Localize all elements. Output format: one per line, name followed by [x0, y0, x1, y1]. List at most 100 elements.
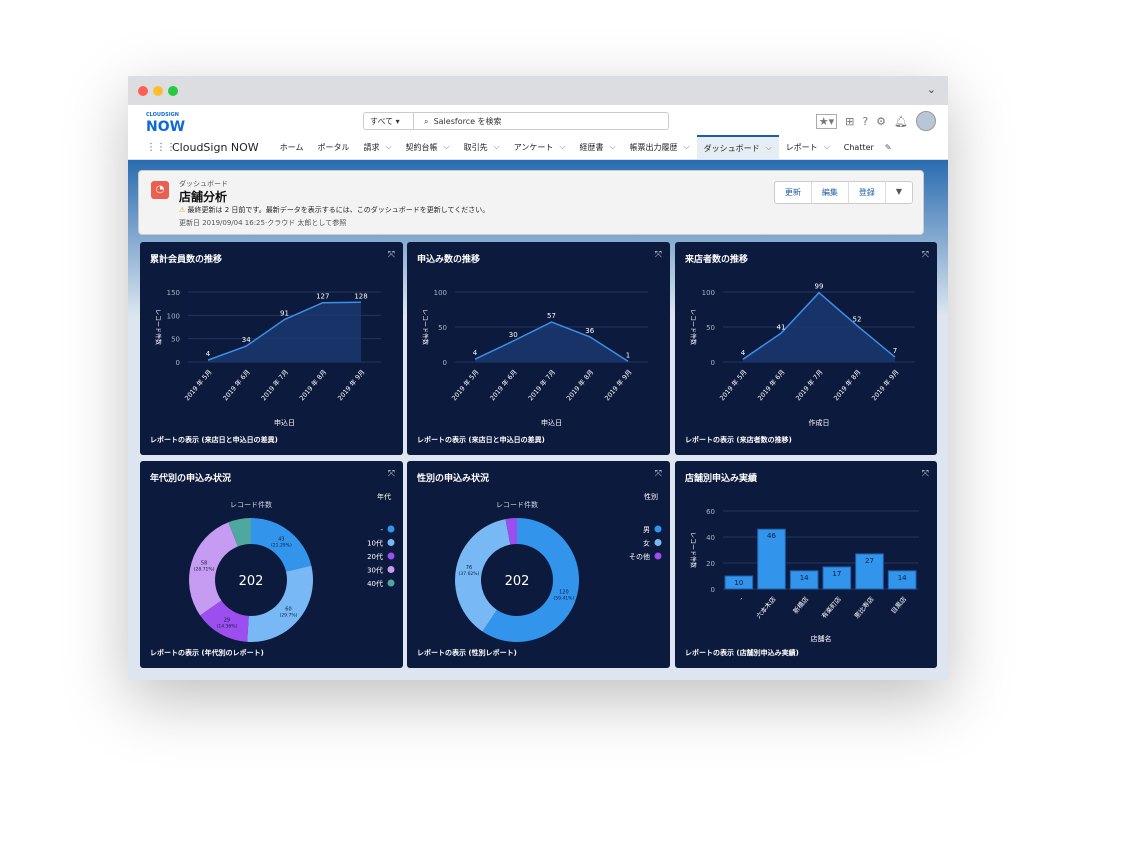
warning-message: ⚠ 最終更新は 2 日前です。最新データを表示するには、このダッシュボードを更新… — [179, 206, 490, 214]
refresh-button[interactable]: 更新 — [775, 182, 812, 203]
y-tick-label: 150 — [167, 289, 180, 297]
nav-item[interactable]: 経歴書 ⌵ — [572, 135, 622, 159]
close-window-button[interactable] — [138, 86, 148, 96]
data-label: 99 — [815, 283, 824, 291]
x-tick-label: 2019 年 8月 — [564, 368, 595, 403]
y-tick-label: 0 — [176, 359, 180, 367]
y-tick-label: 100 — [434, 289, 447, 297]
data-label: 128 — [354, 292, 367, 300]
data-label: 29 — [224, 618, 230, 624]
search-scope-select[interactable]: すべて ▾ — [364, 113, 414, 129]
legend-swatch — [387, 552, 395, 560]
legend-swatch — [654, 525, 662, 533]
expand-icon[interactable]: ⤧ — [388, 469, 395, 479]
data-label: 14 — [800, 574, 809, 582]
chevron-down-icon[interactable]: ⌵ — [766, 143, 772, 153]
nav-item[interactable]: ポータル — [310, 135, 356, 159]
data-label-percent: (37.62%) — [459, 571, 480, 577]
data-label-percent: (14.36%) — [217, 624, 238, 630]
app-launcher-icon[interactable]: ⋮⋮⋮ — [146, 142, 176, 153]
legend-label: 女 — [643, 539, 650, 548]
y-tick-label: 0 — [443, 359, 447, 367]
gear-icon[interactable]: ⚙ — [876, 115, 886, 128]
legend-swatch — [387, 525, 395, 533]
nav-item[interactable]: レポート ⌵ — [779, 135, 837, 159]
chevron-down-icon[interactable]: ⌵ — [444, 142, 450, 152]
chevron-down-icon[interactable]: ⌵ — [609, 142, 615, 152]
expand-icon[interactable]: ⤧ — [922, 469, 929, 479]
logo[interactable]: CLOUDSIGN NOW — [146, 113, 185, 135]
view-report-link[interactable]: レポートの表示 (年代別のレポート) — [150, 648, 264, 658]
component-title: 累計会員数の推移 — [150, 255, 223, 265]
x-tick-label: 2019 年 7月 — [259, 368, 290, 403]
data-label: 120 — [559, 589, 569, 595]
chevron-down-icon[interactable]: ⌵ — [559, 142, 565, 152]
x-tick-label: 2019 年 8月 — [831, 368, 862, 403]
data-label: 1 — [626, 351, 630, 359]
expand-icon[interactable]: ⤧ — [655, 250, 662, 260]
expand-icon[interactable]: ⤧ — [655, 469, 662, 479]
component-title: 申込み数の推移 — [417, 255, 481, 265]
view-report-link[interactable]: レポートの表示 (性別レポート) — [417, 648, 517, 658]
nav-item[interactable]: Chatter — [837, 135, 881, 159]
expand-icon[interactable]: ⤧ — [922, 250, 929, 260]
data-label: 46 — [767, 532, 776, 540]
legend-swatch — [654, 552, 662, 560]
data-label: 14 — [898, 574, 907, 582]
add-icon[interactable]: ⊞ — [845, 115, 854, 128]
x-tick-label: - — [737, 595, 745, 602]
x-tick-label: 2019 年 6月 — [488, 368, 519, 403]
edit-nav-icon[interactable]: ✎ — [885, 143, 892, 152]
search-icon: ⌕ — [424, 116, 429, 126]
subscribe-button[interactable]: 登録 — [849, 182, 886, 203]
nav-item[interactable]: 帳票出力履歴 ⌵ — [623, 135, 697, 159]
nav-item[interactable]: ダッシュボード ⌵ — [696, 135, 779, 159]
global-search[interactable]: すべて ▾ ⌕ Salesforce を検索 — [363, 112, 669, 130]
expand-icon[interactable]: ⤧ — [388, 250, 395, 260]
data-label: 60 — [285, 607, 291, 613]
refresh-meta: 更新日 2019/09/04 16:25·クラウド 太郎として参照 — [179, 219, 347, 227]
browser-window: ⌄ CLOUDSIGN NOW すべて ▾ ⌕ Salesforce を検索 ★▾… — [128, 76, 948, 680]
data-label: 30 — [509, 331, 518, 339]
x-tick-label: 2019 年 7月 — [526, 368, 557, 403]
nav-item[interactable]: 請求 ⌵ — [356, 135, 398, 159]
x-tick-label: 有楽町店 — [819, 594, 843, 620]
chevron-down-icon[interactable]: ⌵ — [385, 142, 391, 152]
edit-button[interactable]: 編集 — [812, 182, 849, 203]
help-icon[interactable]: ? — [862, 115, 868, 128]
data-label: 76 — [466, 565, 472, 571]
avatar[interactable] — [916, 111, 936, 131]
view-report-link[interactable]: レポートの表示 (来店日と申込日の差異) — [417, 435, 545, 445]
data-label-percent: (21.29%) — [271, 543, 292, 549]
more-actions-button[interactable]: ▼ — [886, 182, 912, 203]
minimize-window-button[interactable] — [153, 86, 163, 96]
search-input[interactable]: ⌕ Salesforce を検索 — [414, 116, 502, 127]
view-report-link[interactable]: レポートの表示 (来店者数の推移) — [685, 435, 792, 445]
favorites-star-icon[interactable]: ★▾ — [815, 113, 838, 129]
chevron-down-icon[interactable]: ⌵ — [494, 142, 500, 152]
nav-item[interactable]: 契約台帳 ⌵ — [399, 135, 457, 159]
chevron-down-icon[interactable]: ⌵ — [684, 142, 690, 152]
x-tick-label: 恵比寿店 — [852, 594, 876, 620]
data-label: 36 — [585, 327, 594, 335]
y-tick-label: 0 — [711, 359, 715, 367]
view-report-link[interactable]: レポートの表示 (店舗別申込み実績) — [685, 648, 799, 658]
chart: 0 50 100 150 レコード件数 4 2019 年 5月 34 2019 年 6月 91 20… — [154, 289, 381, 427]
nav-item[interactable]: ホーム — [273, 135, 311, 159]
chart-subtitle: レコード件数 — [496, 500, 538, 509]
maximize-window-button[interactable] — [168, 86, 178, 96]
area-fill — [475, 322, 628, 362]
x-tick-label: 2019 年 9月 — [869, 368, 900, 403]
donut-total: 202 — [505, 574, 530, 589]
legend-label: - — [380, 526, 383, 534]
nav-item[interactable]: 取引先 ⌵ — [457, 135, 507, 159]
nav-item[interactable]: アンケート ⌵ — [507, 135, 573, 159]
y-tick-label: 50 — [706, 324, 715, 332]
bell-icon[interactable]: 🔔︎ — [894, 115, 908, 128]
warning-icon: ⚠ — [179, 206, 186, 214]
view-report-link[interactable]: レポートの表示 (来店日と申込日の差異) — [150, 435, 278, 445]
dashboard-header: ◔ ダッシュボード 店舗分析 ⚠ 最終更新は 2 日前です。最新データを表示する… — [138, 170, 924, 235]
chevron-down-icon[interactable]: ⌵ — [824, 142, 830, 152]
chart: 0 20 40 60 レコード件数 10 - 46 六本木店 14 新橋店 17 有楽町店 27 恵比寿店 1… — [689, 508, 919, 643]
chevron-down-icon[interactable]: ⌄ — [927, 83, 936, 96]
